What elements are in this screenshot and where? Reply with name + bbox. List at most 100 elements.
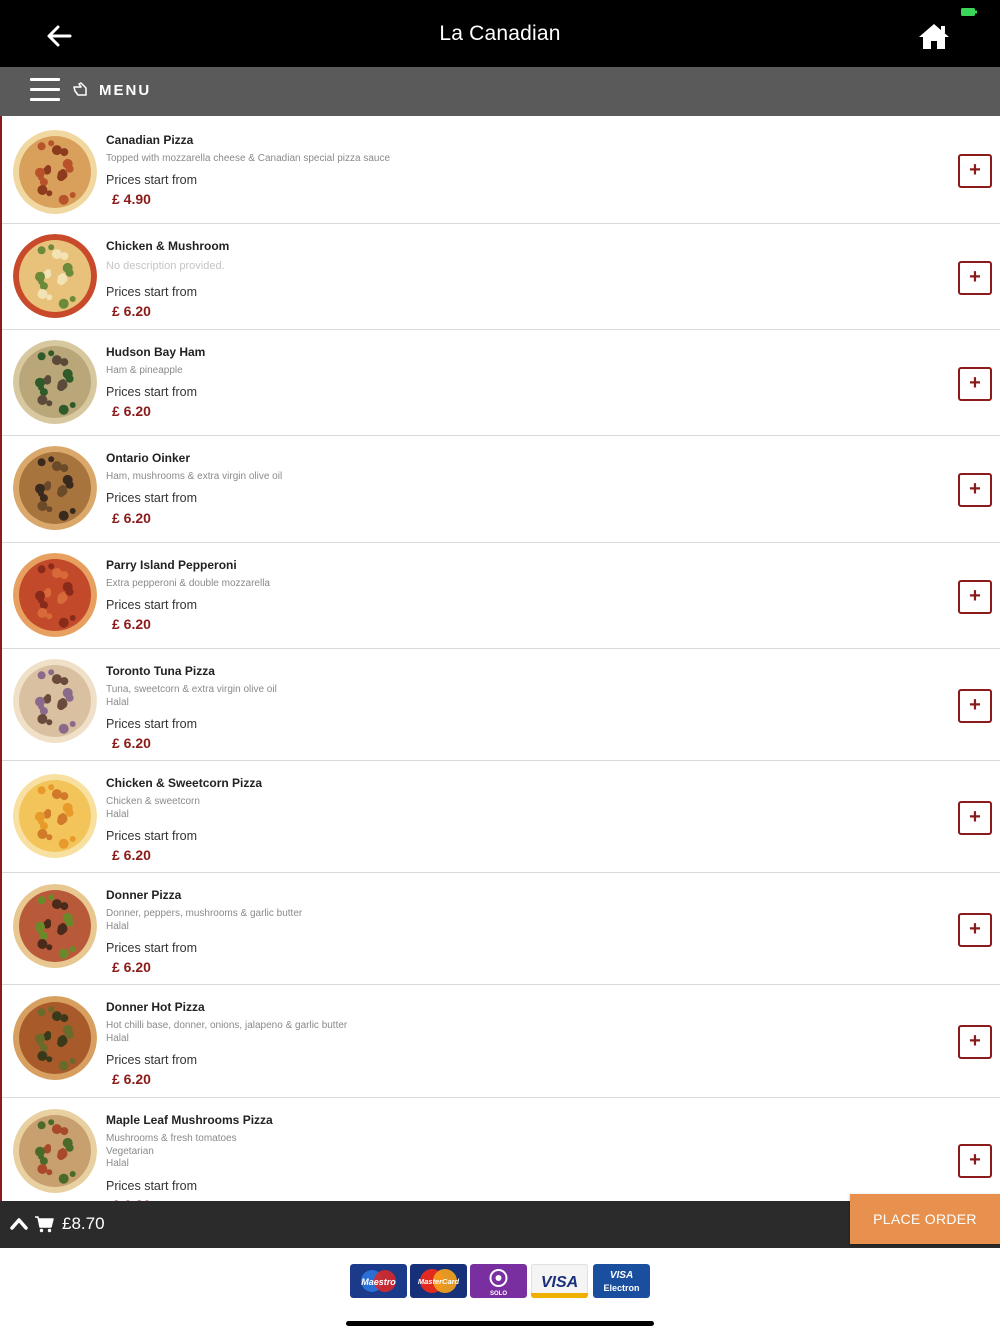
price-from-label: Prices start from: [106, 285, 197, 299]
list-item[interactable]: Chicken & Mushroom No description provide…: [2, 224, 1000, 330]
item-description: Mushrooms & fresh tomatoes: [106, 1133, 237, 1144]
item-description: Halal: [106, 1158, 129, 1169]
price-from-label: Prices start from: [106, 598, 197, 612]
add-item-button[interactable]: +: [958, 367, 992, 401]
item-name: Canadian Pizza: [106, 133, 194, 147]
add-item-button[interactable]: +: [958, 580, 992, 614]
add-item-button[interactable]: +: [958, 689, 992, 723]
item-price: £ 6.20: [112, 303, 151, 319]
svg-text:Maestro: Maestro: [361, 1277, 396, 1287]
pizza-thumbnail: [13, 340, 97, 424]
list-item[interactable]: Parry Island Pepperoni Extra pepperoni & …: [2, 543, 1000, 649]
add-item-button[interactable]: +: [958, 1144, 992, 1178]
menu-item-list: Canadian Pizza Topped with mozzarella che…: [0, 116, 1000, 1334]
solo-card-icon: SOLO: [470, 1264, 527, 1298]
place-order-button[interactable]: PLACE ORDER: [850, 1194, 1000, 1244]
menu-bar: MENU: [0, 67, 1000, 116]
item-price: £ 6.20: [112, 1071, 151, 1087]
pointing-hand-icon: [73, 82, 87, 96]
item-price: £ 4.90: [112, 191, 151, 207]
price-from-label: Prices start from: [106, 829, 197, 843]
item-name: Toronto Tuna Pizza: [106, 664, 215, 678]
add-item-button[interactable]: +: [958, 1025, 992, 1059]
pizza-thumbnail: [13, 446, 97, 530]
pizza-thumbnail: [13, 659, 97, 743]
item-price: £ 6.20: [112, 959, 151, 975]
page-title: La Canadian: [439, 22, 561, 45]
add-item-button[interactable]: +: [958, 261, 992, 295]
item-description: Ham & pineapple: [106, 365, 183, 376]
item-name: Chicken & Sweetcorn Pizza: [106, 776, 263, 790]
price-from-label: Prices start from: [106, 173, 197, 187]
item-description: Tuna, sweetcorn & extra virgin olive oil: [106, 684, 277, 695]
price-from-label: Prices start from: [106, 717, 197, 731]
maestro-card-icon: Maestro: [350, 1264, 407, 1298]
svg-text:SOLO: SOLO: [490, 1291, 507, 1297]
item-description: Donner, peppers, mushrooms & garlic butt…: [106, 908, 303, 919]
pizza-thumbnail: [13, 130, 97, 214]
item-description: Ham, mushrooms & extra virgin olive oil: [106, 471, 283, 482]
item-description: Vegetarian: [106, 1145, 154, 1157]
list-item[interactable]: Donner Pizza Donner, peppers, mushrooms &…: [2, 873, 1000, 985]
item-description: Halal: [106, 808, 129, 820]
price-from-label: Prices start from: [106, 941, 197, 955]
item-name: Chicken & Mushroom: [106, 239, 230, 253]
add-item-button[interactable]: +: [958, 801, 992, 835]
svg-text:VISA: VISA: [610, 1270, 633, 1281]
pizza-thumbnail: [13, 553, 97, 637]
pizza-thumbnail: [13, 1109, 97, 1193]
home-icon: [919, 24, 949, 49]
list-item[interactable]: Canadian Pizza Topped with mozzarella che…: [2, 116, 1000, 224]
item-description: Halal: [106, 920, 129, 932]
top-navigation-bar: La Canadian: [0, 0, 1000, 67]
item-description: Hot chilli base, donner, onions, jalapen…: [106, 1020, 348, 1031]
add-item-button[interactable]: +: [958, 473, 992, 507]
item-description: Topped with mozzarella cheese & Canadian…: [106, 153, 391, 164]
svg-text:VISA: VISA: [541, 1274, 578, 1291]
svg-text:MasterCard: MasterCard: [418, 1277, 460, 1286]
price-from-label: Prices start from: [106, 1179, 197, 1193]
battery-icon: [961, 8, 977, 16]
item-description: Extra pepperoni & double mozzarella: [106, 578, 270, 589]
price-from-label: Prices start from: [106, 1053, 197, 1067]
item-price: £ 6.20: [112, 510, 151, 526]
list-item[interactable]: Donner Hot Pizza Hot chilli base, donner,…: [2, 985, 1000, 1098]
home-indicator: [346, 1321, 654, 1326]
list-item[interactable]: Toronto Tuna Pizza Tuna, sweetcorn & extr…: [2, 649, 1000, 761]
add-item-button[interactable]: +: [958, 154, 992, 188]
price-from-label: Prices start from: [106, 491, 197, 505]
list-item[interactable]: Ontario Oinker Ham, mushrooms & extra vir…: [2, 436, 1000, 543]
item-name: Hudson Bay Ham: [106, 345, 206, 359]
pizza-thumbnail: [13, 996, 97, 1080]
pizza-thumbnail: [13, 774, 97, 858]
mastercard-icon: MasterCard: [410, 1264, 467, 1298]
item-description: Chicken & sweetcorn: [106, 796, 200, 807]
item-price: £ 6.20: [112, 403, 151, 419]
item-price: £ 6.20: [112, 616, 151, 632]
svg-text:Electron: Electron: [603, 1283, 639, 1293]
price-from-label: Prices start from: [106, 385, 197, 399]
list-item[interactable]: Chicken & Sweetcorn Pizza Chicken & sweet…: [2, 761, 1000, 873]
visa-electron-card-icon: VISA Electron: [593, 1264, 650, 1298]
menu-label[interactable]: MENU: [99, 82, 151, 99]
cart-total: £8.70: [62, 1214, 105, 1233]
item-description: No description provided.: [106, 260, 225, 272]
item-description: Halal: [106, 696, 129, 708]
home-button[interactable]: [914, 18, 954, 54]
item-name: Parry Island Pepperoni: [106, 558, 237, 572]
item-name: Maple Leaf Mushrooms Pizza: [106, 1113, 273, 1127]
chevron-up-icon[interactable]: [10, 1216, 28, 1230]
cart-icon: [35, 1216, 54, 1233]
add-item-button[interactable]: +: [958, 913, 992, 947]
item-price: £ 6.20: [112, 847, 151, 863]
item-price: £ 6.20: [112, 735, 151, 751]
visa-card-icon: VISA: [531, 1264, 588, 1298]
list-item[interactable]: Hudson Bay Ham Ham & pineapple Prices star…: [2, 330, 1000, 436]
hamburger-icon[interactable]: [30, 78, 60, 102]
pizza-thumbnail: [13, 884, 97, 968]
pizza-thumbnail: [13, 234, 97, 318]
item-name: Ontario Oinker: [106, 451, 191, 465]
item-description: Halal: [106, 1032, 129, 1044]
item-name: Donner Hot Pizza: [106, 1000, 205, 1014]
item-name: Donner Pizza: [106, 888, 182, 902]
